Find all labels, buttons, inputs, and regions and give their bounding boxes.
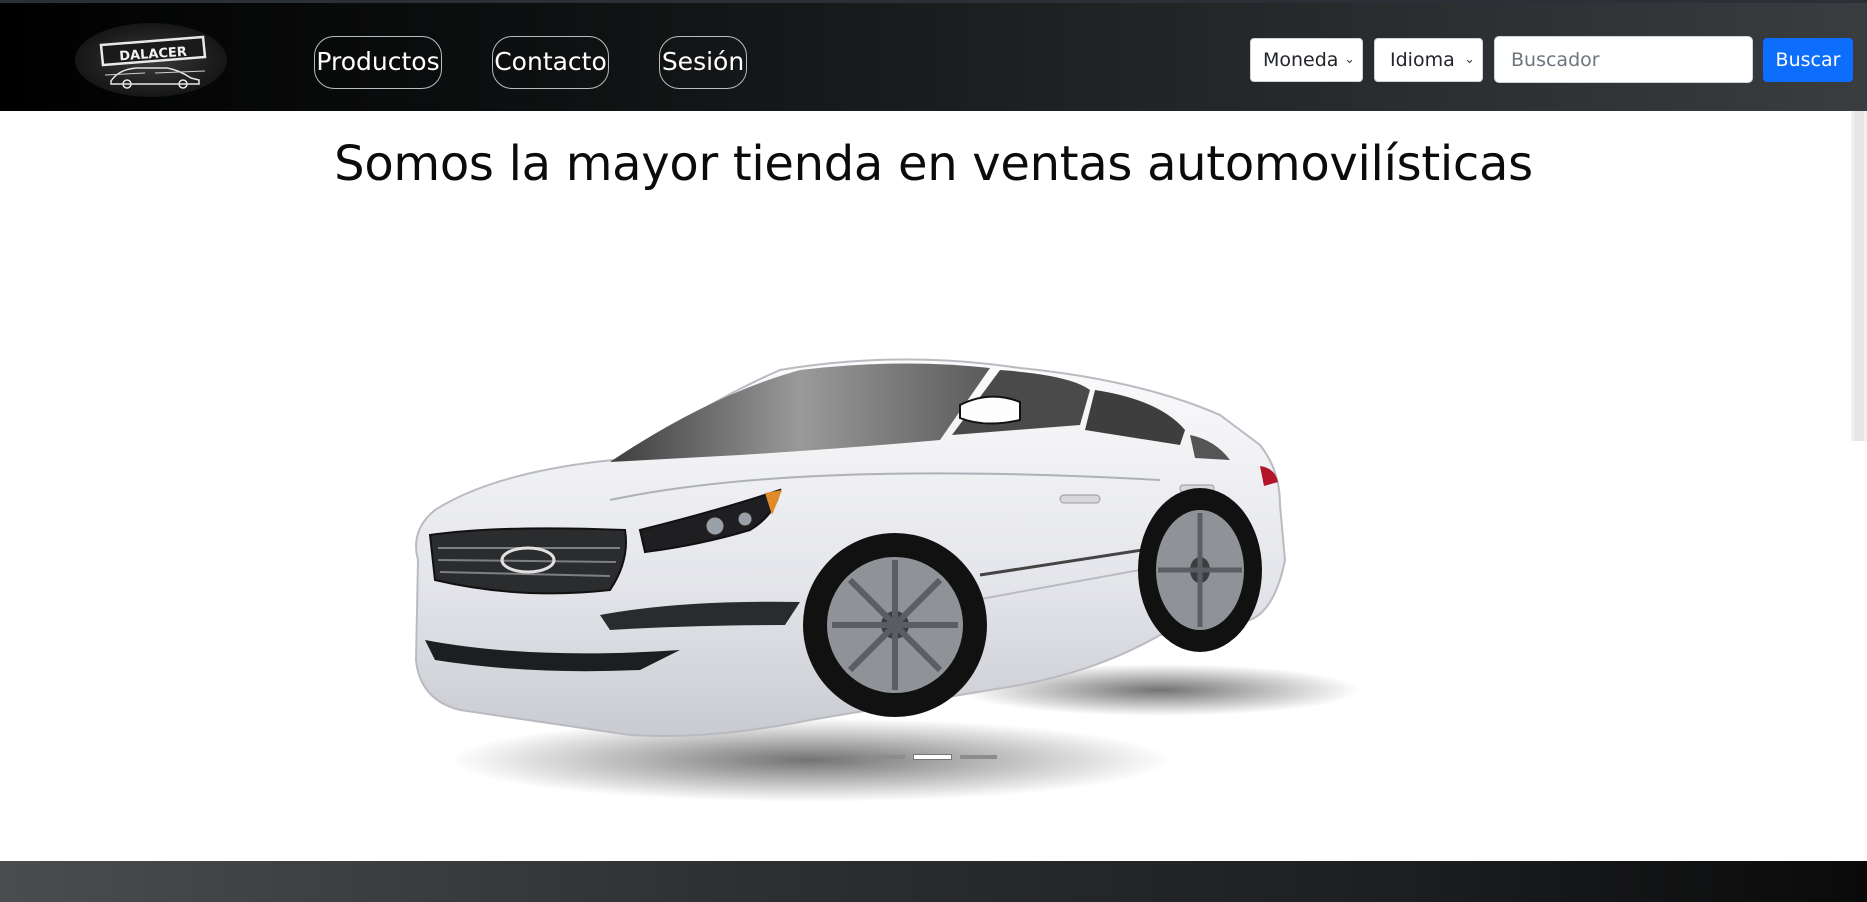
scrollbar-thumb[interactable] (1854, 111, 1864, 441)
currency-select-value: Moneda (1263, 49, 1339, 71)
hero-carousel[interactable] (380, 230, 1540, 810)
nav-link-productos[interactable]: Productos (314, 36, 442, 89)
page-scrollbar[interactable] (1851, 111, 1867, 441)
brand-logo[interactable]: DALACER (75, 23, 227, 97)
carousel-indicators (868, 755, 997, 761)
language-select-value: Idioma (1390, 49, 1455, 71)
search-input[interactable] (1494, 36, 1753, 83)
chevron-down-icon: ⌄ (1344, 52, 1355, 67)
page-headline: Somos la mayor tienda en ventas automovi… (334, 136, 1533, 192)
footer (0, 861, 1867, 902)
nav-link-contacto[interactable]: Contacto (492, 36, 609, 89)
navbar: DALACER Productos Contacto Sesión Moneda… (0, 0, 1867, 111)
search-button[interactable]: Buscar (1763, 38, 1853, 82)
carousel-indicator-2[interactable] (914, 755, 951, 759)
currency-select[interactable]: Moneda ⌄ (1250, 38, 1363, 82)
car-logo-icon: DALACER (99, 35, 207, 89)
chevron-down-icon: ⌄ (1464, 52, 1475, 67)
car-image (414, 358, 1360, 802)
carousel-indicator-3[interactable] (960, 755, 997, 759)
language-select[interactable]: Idioma ⌄ (1374, 38, 1483, 82)
nav-link-sesion[interactable]: Sesión (659, 36, 747, 89)
carousel-indicator-1[interactable] (868, 755, 905, 759)
